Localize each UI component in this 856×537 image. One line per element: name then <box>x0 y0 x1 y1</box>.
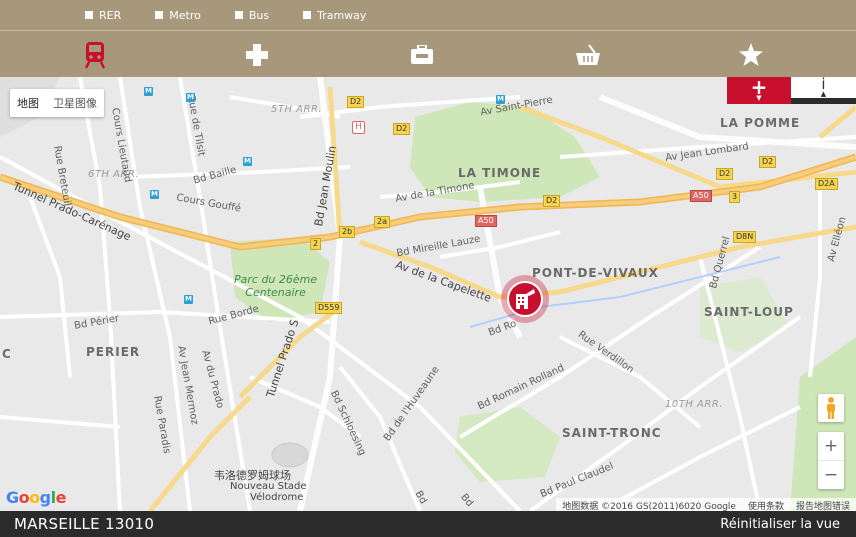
road-badge: D2 <box>393 123 411 135</box>
plus-icon: + <box>750 77 768 99</box>
zoom-in-button[interactable]: + <box>818 432 844 460</box>
filter-label: Metro <box>169 8 201 22</box>
map-type-satellite-button[interactable]: 卫星图像 <box>46 89 104 117</box>
park-label: Parc du 26ème Centenaire <box>234 273 318 299</box>
hospital-icon: H <box>352 121 365 134</box>
road-badge: D2 <box>759 156 777 168</box>
checkbox-icon[interactable] <box>155 11 164 19</box>
road-badge: D2 <box>543 195 561 207</box>
app-root: RER Metro Bus Tramway LA POMME LA TIMONE… <box>0 0 856 537</box>
google-logo: Google <box>6 488 66 507</box>
road-badge: D2 <box>716 168 734 180</box>
checkbox-icon[interactable] <box>303 11 312 19</box>
district-label: C <box>2 347 12 361</box>
checkbox-icon[interactable] <box>85 11 93 19</box>
road-badge: D2A <box>815 178 838 190</box>
caret-up-icon: ▲ <box>820 90 827 98</box>
medical-cross-icon <box>246 43 268 66</box>
logo-letter: e <box>55 488 67 507</box>
category-toolbar <box>0 30 856 77</box>
logo-letter: o <box>18 488 30 507</box>
street-view-pegman[interactable] <box>818 394 844 422</box>
checkbox-icon[interactable] <box>234 11 243 19</box>
road-badge: D8N <box>733 231 757 243</box>
district-label: LA TIMONE <box>458 166 542 180</box>
report-error-link[interactable]: 报告地图错误 <box>796 499 850 511</box>
pegman-icon <box>827 397 835 419</box>
district-label: LA POMME <box>720 116 801 130</box>
map-type-control: 地图 卫星图像 <box>10 89 104 117</box>
train-icon <box>84 41 106 69</box>
location-pin[interactable] <box>501 275 549 323</box>
arrondissement-label: 10TH ARR. <box>665 399 723 410</box>
zoom-control: + − <box>818 432 844 489</box>
filter-bus[interactable]: Bus <box>234 0 270 30</box>
reset-view-link[interactable]: Réinitialiser la vue <box>720 517 840 532</box>
map-type-map-button[interactable]: 地图 <box>10 89 46 117</box>
arrondissement-label: 5TH ARR. <box>271 104 323 115</box>
transport-filter-bar: RER Metro Bus Tramway <box>0 0 856 30</box>
metro-icon: M <box>184 295 193 304</box>
district-label: SAINT-TRONC <box>562 426 662 440</box>
toolbox-icon <box>411 44 433 64</box>
road-badge: 3 <box>729 191 741 203</box>
caret-down-icon: ▼ <box>756 94 762 102</box>
location-footer: MARSEILLE 13010 Réinitialiser la vue <box>0 511 856 537</box>
metro-icon: M <box>243 157 252 166</box>
road-badge: A50 <box>690 190 712 202</box>
filter-metro[interactable]: Metro <box>155 0 201 30</box>
district-label: SAINT-LOUP <box>704 305 794 319</box>
pin-core <box>507 281 543 317</box>
category-services[interactable] <box>402 31 442 78</box>
stadium-label: Vélodrome <box>250 492 304 503</box>
road-badge: 2 <box>310 238 322 250</box>
add-poi-tab[interactable]: + ▼ <box>727 77 791 104</box>
building-icon <box>516 289 535 309</box>
info-icon: i <box>821 77 826 93</box>
filter-rer[interactable]: RER <box>85 0 121 30</box>
logo-letter: o <box>29 488 40 507</box>
zoom-out-button[interactable]: − <box>818 461 844 489</box>
stadium-label: Nouveau Stade <box>230 481 307 492</box>
logo-letter: g <box>39 488 51 507</box>
map-attribution: 地图数据 ©2016 GS(2011)6020 Google 使用条款 报告地图… <box>556 498 856 511</box>
metro-icon: M <box>496 95 505 104</box>
road-badge: D2 <box>347 96 365 108</box>
road-badge: D559 <box>315 302 343 314</box>
star-icon <box>739 43 763 66</box>
info-tab[interactable]: i ▲ <box>791 77 856 104</box>
filter-tramway[interactable]: Tramway <box>303 0 366 30</box>
district-label: PONT-DE-VIVAUX <box>532 266 659 280</box>
road-badge: 2a <box>374 216 390 228</box>
category-favorites[interactable] <box>731 31 771 78</box>
map-data-credit: 地图数据 ©2016 GS(2011)6020 Google <box>562 502 736 511</box>
category-shopping[interactable] <box>568 31 608 78</box>
road-badge: A50 <box>475 215 497 227</box>
city-label: MARSEILLE 13010 <box>14 515 155 533</box>
district-label: PERIER <box>86 345 141 359</box>
terms-link[interactable]: 使用条款 <box>748 499 784 511</box>
filter-label: Tramway <box>317 8 367 22</box>
shopping-basket-icon <box>576 43 600 65</box>
metro-icon: M <box>144 87 153 96</box>
filter-label: RER <box>99 8 122 22</box>
map-view[interactable]: LA POMME LA TIMONE PONT-DE-VIVAUX SAINT-… <box>0 77 856 511</box>
filter-label: Bus <box>248 8 270 22</box>
logo-letter: G <box>6 488 19 507</box>
category-health[interactable] <box>237 31 277 78</box>
metro-icon: M <box>186 93 195 102</box>
map-base-layer <box>0 77 856 511</box>
metro-icon: M <box>150 190 159 199</box>
category-transport[interactable] <box>75 31 115 78</box>
road-badge: 2b <box>339 226 356 238</box>
